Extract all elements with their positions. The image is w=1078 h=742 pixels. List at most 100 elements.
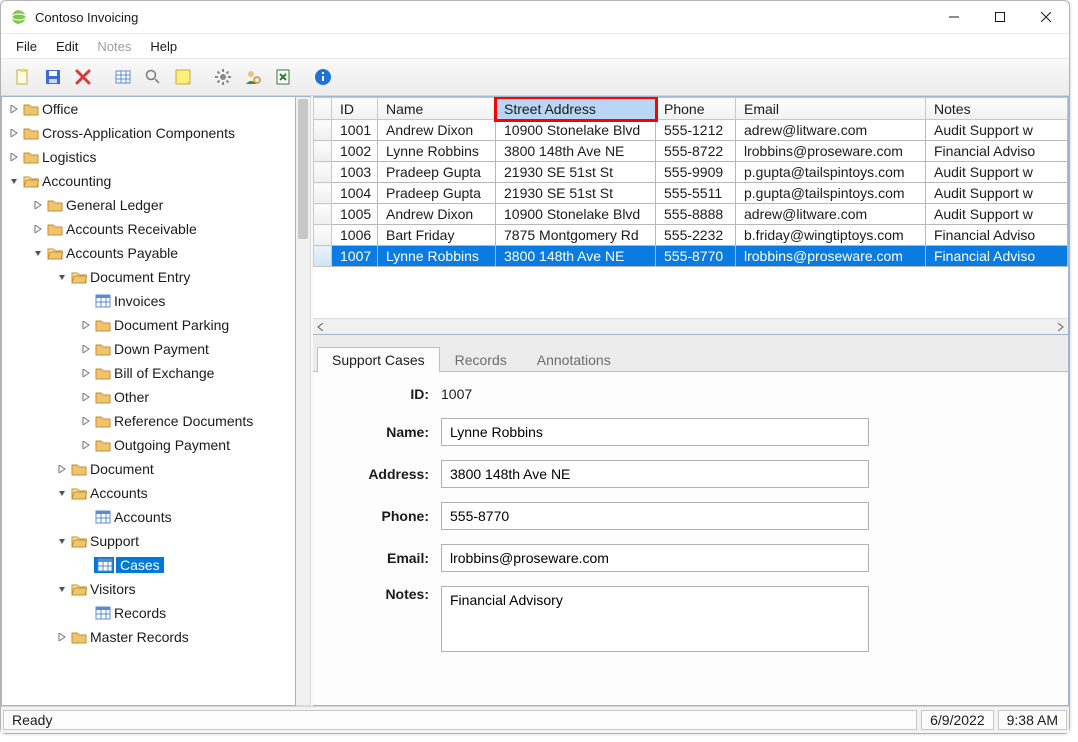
cell-notes[interactable]: Financial Adviso [926,141,1068,162]
caret-expanded-icon[interactable] [56,537,68,545]
menu-help[interactable]: Help [141,37,186,56]
cell-id[interactable]: 1001 [332,120,378,141]
tree-item-document[interactable]: Document [90,461,160,477]
cell-phone[interactable]: 555-2232 [656,225,736,246]
tree-item-cross-app[interactable]: Cross-Application Components [42,125,241,141]
caret-collapsed-icon[interactable] [56,465,68,473]
cell-notes[interactable]: Audit Support w [926,204,1068,225]
cell-street[interactable]: 7875 Montgomery Rd [496,225,656,246]
tree-item-accounts-leaf[interactable]: Accounts [114,509,178,525]
cell-name[interactable]: Lynne Robbins [378,141,496,162]
tree-item-invoices[interactable]: Invoices [114,293,171,309]
cell-email[interactable]: adrew@litware.com [736,120,926,141]
tree-item-accounts[interactable]: Accounts [90,485,154,501]
navigation-tree[interactable]: Office Cross-Application Components Logi… [1,97,296,706]
row-selector[interactable] [314,162,332,183]
tree-item-cases[interactable]: Cases [116,557,164,573]
row-selector[interactable] [314,246,332,267]
tab-support-cases[interactable]: Support Cases [317,347,440,372]
cell-street[interactable]: 21930 SE 51st St [496,183,656,204]
cell-phone[interactable]: 555-8770 [656,246,736,267]
cell-id[interactable]: 1002 [332,141,378,162]
caret-collapsed-icon[interactable] [8,105,20,113]
cell-phone[interactable]: 555-5511 [656,183,736,204]
cell-email[interactable]: lrobbins@proseware.com [736,141,926,162]
menu-file[interactable]: File [7,37,46,56]
cell-street[interactable]: 21930 SE 51st St [496,162,656,183]
caret-collapsed-icon[interactable] [32,201,44,209]
cell-email[interactable]: adrew@litware.com [736,204,926,225]
cell-notes[interactable]: Financial Adviso [926,246,1068,267]
caret-collapsed-icon[interactable] [80,441,92,449]
cell-notes[interactable]: Audit Support w [926,120,1068,141]
tree-item-support[interactable]: Support [90,533,145,549]
grid-horizontal-scrollbar[interactable] [313,318,1068,334]
cell-email[interactable]: b.friday@wingtiptoys.com [736,225,926,246]
tree-item-master-records[interactable]: Master Records [90,629,195,645]
row-selector[interactable] [314,183,332,204]
cell-email[interactable]: lrobbins@proseware.com [736,246,926,267]
row-selector[interactable] [314,120,332,141]
caret-collapsed-icon[interactable] [56,633,68,641]
caret-collapsed-icon[interactable] [80,417,92,425]
note-button[interactable] [171,65,195,89]
tab-annotations[interactable]: Annotations [522,347,626,372]
col-email[interactable]: Email [736,98,926,120]
new-button[interactable] [11,65,35,89]
info-button[interactable] [311,65,335,89]
tree-item-reference-documents[interactable]: Reference Documents [114,413,259,429]
user-button[interactable] [241,65,265,89]
caret-collapsed-icon[interactable] [80,369,92,377]
col-notes[interactable]: Notes [926,98,1068,120]
row-selector[interactable] [314,204,332,225]
caret-collapsed-icon[interactable] [80,321,92,329]
input-name[interactable] [441,418,869,446]
caret-expanded-icon[interactable] [56,585,68,593]
input-address[interactable] [441,460,869,488]
table-row[interactable]: 1002Lynne Robbins3800 148th Ave NE555-87… [314,141,1068,162]
cell-name[interactable]: Andrew Dixon [378,204,496,225]
row-selector[interactable] [314,141,332,162]
tree-item-outgoing-payment[interactable]: Outgoing Payment [114,437,236,453]
row-selector[interactable] [314,225,332,246]
caret-expanded-icon[interactable] [32,249,44,257]
cell-name[interactable]: Pradeep Gupta [378,183,496,204]
input-phone[interactable] [441,502,869,530]
cell-notes[interactable]: Audit Support w [926,162,1068,183]
tree-item-accounts-payable[interactable]: Accounts Payable [66,245,184,261]
table-row[interactable]: 1005Andrew Dixon10900 Stonelake Blvd555-… [314,204,1068,225]
col-street-address[interactable]: Street Address [496,98,656,120]
cell-id[interactable]: 1003 [332,162,378,183]
col-id[interactable]: ID [332,98,378,120]
input-email[interactable] [441,544,869,572]
cell-phone[interactable]: 555-8722 [656,141,736,162]
table-row[interactable]: 1003Pradeep Gupta21930 SE 51st St555-990… [314,162,1068,183]
cell-notes[interactable]: Audit Support w [926,183,1068,204]
data-grid[interactable]: ID Name Street Address Phone Email Notes… [313,97,1068,318]
cell-email[interactable]: p.gupta@tailspintoys.com [736,162,926,183]
table-row[interactable]: 1004Pradeep Gupta21930 SE 51st St555-551… [314,183,1068,204]
cell-id[interactable]: 1006 [332,225,378,246]
cell-name[interactable]: Pradeep Gupta [378,162,496,183]
scroll-left-icon[interactable] [313,319,329,334]
settings-button[interactable] [211,65,235,89]
cell-notes[interactable]: Financial Adviso [926,225,1068,246]
cell-email[interactable]: p.gupta@tailspintoys.com [736,183,926,204]
maximize-button[interactable] [977,1,1023,33]
cell-name[interactable]: Bart Friday [378,225,496,246]
table-row[interactable]: 1001Andrew Dixon10900 Stonelake Blvd555-… [314,120,1068,141]
cell-phone[interactable]: 555-1212 [656,120,736,141]
caret-collapsed-icon[interactable] [32,225,44,233]
cell-street[interactable]: 10900 Stonelake Blvd [496,120,656,141]
tree-item-bill-of-exchange[interactable]: Bill of Exchange [114,365,220,381]
cell-phone[interactable]: 555-8888 [656,204,736,225]
caret-collapsed-icon[interactable] [8,153,20,161]
tree-item-records[interactable]: Records [114,605,172,621]
export-excel-button[interactable] [271,65,295,89]
close-button[interactable] [1023,1,1069,33]
cell-street[interactable]: 3800 148th Ave NE [496,141,656,162]
caret-expanded-icon[interactable] [56,489,68,497]
search-button[interactable] [141,65,165,89]
cell-phone[interactable]: 555-9909 [656,162,736,183]
cell-id[interactable]: 1004 [332,183,378,204]
